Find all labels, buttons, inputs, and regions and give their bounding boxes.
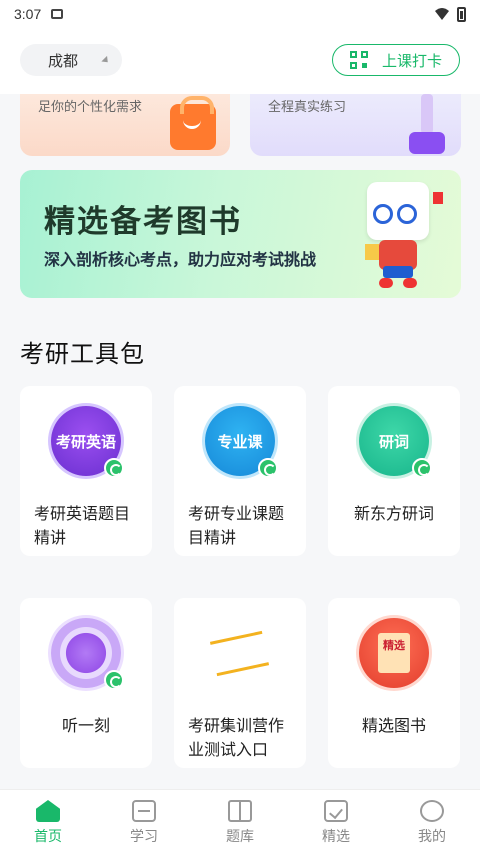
nav-featured[interactable]: 精选 <box>288 790 384 853</box>
nav-label: 精选 <box>322 829 350 845</box>
banner-subtitle: 深入剖析核心考点，助力应对考试挑战 <box>44 250 317 269</box>
city-selector[interactable]: 成都 <box>20 44 122 76</box>
checkin-label: 上课打卡 <box>381 51 442 70</box>
image-notification-icon <box>51 9 64 19</box>
status-time: 3:07 <box>14 6 42 22</box>
camp-icon: 集训营 <box>205 618 275 688</box>
city-label: 成都 <box>48 51 79 70</box>
books-banner[interactable]: 精选备考图书 深入剖析核心考点，助力应对考试挑战 <box>20 170 461 298</box>
calendar-icon <box>132 800 156 822</box>
home-icon <box>36 800 60 822</box>
promo-card-text: 全程真实练习 <box>268 100 347 115</box>
tool-vocab[interactable]: 研词 新东方研词 <box>328 386 460 556</box>
profile-icon <box>420 800 444 822</box>
nav-label: 学习 <box>130 829 158 845</box>
tool-major-course[interactable]: 专业课 考研专业课题目精讲 <box>174 386 306 556</box>
qr-code-icon <box>349 51 368 69</box>
book-icon <box>228 800 252 822</box>
tool-label: 听一刻 <box>61 716 110 735</box>
checklist-icon <box>324 800 348 822</box>
promo-card-custom[interactable]: 足你的个性化需求 <box>20 94 230 156</box>
tool-listen[interactable]: 听一刻 <box>20 598 152 768</box>
status-icons <box>435 6 466 22</box>
mini-program-icon <box>104 458 124 478</box>
nav-label: 我的 <box>418 829 446 845</box>
mini-program-icon <box>104 670 124 690</box>
wifi-icon <box>435 8 449 20</box>
pen-holder-icon <box>409 94 445 154</box>
mini-program-icon <box>258 458 278 478</box>
shopping-bag-icon <box>170 96 216 150</box>
tool-english[interactable]: 考研英语 考研英语题目精讲 <box>20 386 152 556</box>
nav-label: 首页 <box>34 829 62 845</box>
mascot-illustration <box>365 182 443 292</box>
checkin-button[interactable]: 上课打卡 <box>332 44 460 76</box>
books-icon: 精选 <box>359 618 429 688</box>
status-bar: 3:07 <box>0 0 480 28</box>
banner-title: 精选备考图书 <box>44 204 242 240</box>
promo-card-practice[interactable]: 全程真实练习 <box>250 94 461 156</box>
battery-icon <box>457 6 466 22</box>
tool-label: 考研英语题目精讲 <box>34 504 131 547</box>
tool-books[interactable]: 精选 精选图书 <box>328 598 460 768</box>
tool-label: 精选图书 <box>361 716 426 735</box>
tool-camp[interactable]: 集训营 考研集训营作业测试入口 <box>174 598 306 768</box>
section-title: 考研工具包 <box>20 340 145 368</box>
promo-card-text: 足你的个性化需求 <box>38 100 143 115</box>
tool-label: 考研集训营作业测试入口 <box>188 716 285 759</box>
nav-question-bank[interactable]: 题库 <box>192 790 288 853</box>
nav-study[interactable]: 学习 <box>96 790 192 853</box>
header: 成都 上课打卡 <box>0 28 480 94</box>
nav-home[interactable]: 首页 <box>0 790 96 853</box>
nav-label: 题库 <box>226 829 254 845</box>
bottom-nav: 首页 学习 题库 精选 我的 <box>0 789 480 853</box>
tool-label: 新东方研词 <box>353 504 434 523</box>
nav-profile[interactable]: 我的 <box>384 790 480 853</box>
dropdown-caret-icon <box>101 55 111 66</box>
tool-label: 考研专业课题目精讲 <box>188 504 285 547</box>
mini-program-icon <box>412 458 432 478</box>
